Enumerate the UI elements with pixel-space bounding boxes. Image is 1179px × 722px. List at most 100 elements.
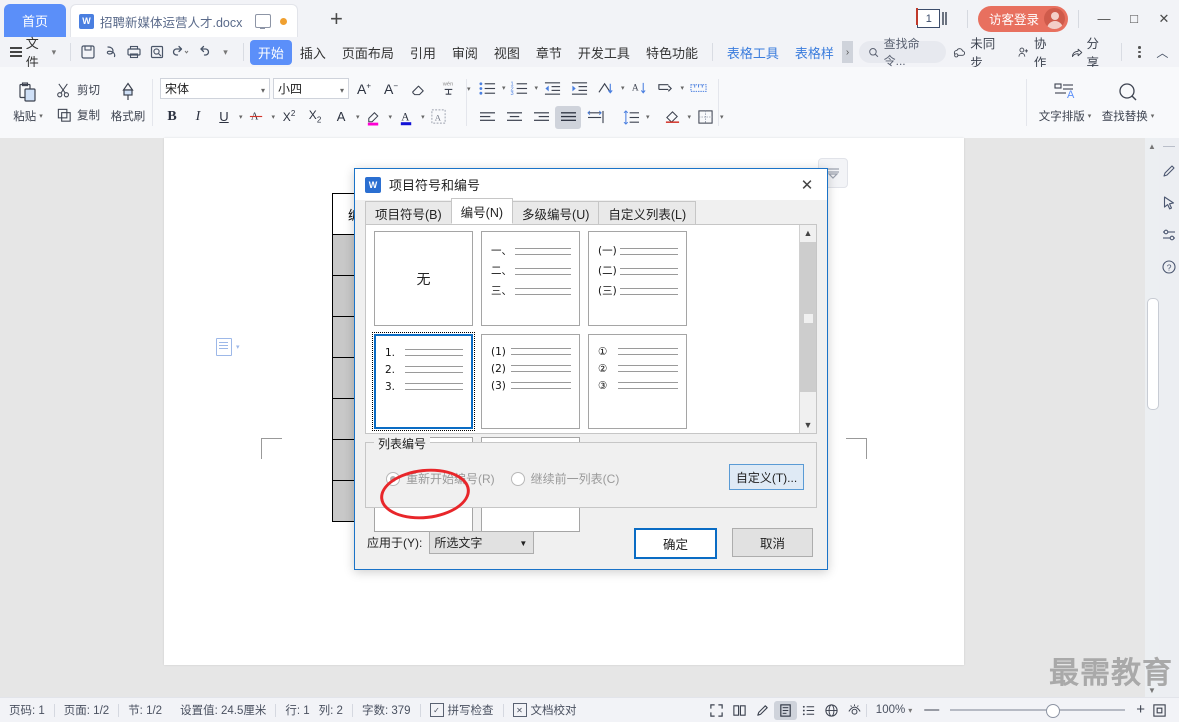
numbering-option-none[interactable]: 无 — [374, 231, 473, 326]
numbering-option-cn-dun[interactable]: 一、 二、 三、 — [481, 231, 580, 326]
apply-to-select[interactable]: 所选文字 ▼ — [429, 531, 535, 554]
chevron-down-icon[interactable]: ▾ — [272, 113, 276, 121]
status-page-of[interactable]: 页面: 1/2 — [55, 702, 118, 718]
chevron-down-icon[interactable]: ▾ — [356, 113, 360, 121]
paste-button[interactable]: 粘贴 ▾ — [6, 72, 50, 134]
search-command-input[interactable]: 查找命令... — [859, 37, 947, 68]
cut-button[interactable]: 剪切 — [52, 79, 104, 102]
redo-icon[interactable] — [191, 39, 214, 65]
font-size-combobox[interactable]: 小四 ▾ — [273, 78, 349, 99]
numbered-list-button[interactable]: 123 — [507, 77, 533, 100]
status-spellcheck-button[interactable]: ✓ 拼写检查 — [421, 702, 503, 718]
align-center-button[interactable] — [501, 106, 527, 129]
align-left-button[interactable] — [474, 106, 500, 129]
ribbon-tab-start[interactable]: 开始 — [249, 39, 292, 65]
subscript-button[interactable]: X2 — [303, 105, 327, 128]
numbering-option-cn-paren[interactable]: (一) (二) (三) — [588, 231, 687, 326]
chevron-down-icon[interactable]: ▾ — [421, 113, 425, 121]
window-count-badge[interactable]: 1 — [916, 8, 941, 28]
decrease-font-size-button[interactable]: A− — [379, 77, 403, 100]
output-pdf-icon[interactable] — [100, 39, 123, 65]
cancel-button[interactable]: 取消 — [732, 528, 813, 557]
tab-document[interactable]: W 招聘新媒体运营人才.docx — [70, 4, 298, 37]
ribbon-tab-review[interactable]: 审阅 — [444, 40, 486, 65]
collapse-ribbon-icon[interactable]: ︿ — [1151, 39, 1174, 65]
eye-protection-icon[interactable] — [843, 701, 866, 720]
justify-button[interactable] — [555, 105, 581, 129]
share-button[interactable]: 分享 — [1063, 33, 1116, 71]
clear-formatting-button[interactable] — [406, 77, 430, 100]
dialog-close-button[interactable]: ✕ — [793, 172, 821, 198]
format-painter-button[interactable]: 格式刷 — [104, 72, 152, 134]
customize-button[interactable]: 自定义(T)... — [729, 464, 804, 490]
tab-multilevel[interactable]: 多级编号(U) — [512, 201, 600, 224]
gallery-scroll-down-icon[interactable]: ▼ — [800, 417, 816, 433]
gallery-scrollbar-thumb[interactable] — [800, 242, 816, 392]
italic-button[interactable]: I — [186, 105, 210, 128]
print-preview-icon[interactable] — [146, 39, 169, 65]
chevron-down-icon[interactable]: ▾ — [535, 84, 539, 92]
chevron-down-icon[interactable]: ▾ — [681, 84, 685, 92]
sort-az-button[interactable]: A — [626, 77, 652, 100]
ruler-button[interactable] — [685, 77, 711, 100]
ribbon-tab-features[interactable]: 特色功能 — [638, 40, 706, 65]
file-menu-button[interactable]: 文件 ▾ — [0, 33, 64, 71]
status-proofread-button[interactable]: ✕ 文档校对 — [504, 702, 586, 718]
new-tab-button[interactable]: + — [330, 8, 343, 30]
zoom-slider[interactable] — [950, 703, 1126, 718]
radio-continue-previous[interactable]: 继续前一列表(C) — [510, 470, 619, 487]
pinyin-guide-button[interactable]: wén — [433, 77, 463, 100]
borders-button[interactable] — [692, 106, 718, 129]
edit-pen-icon[interactable] — [751, 701, 774, 720]
change-case-button[interactable]: A — [329, 105, 353, 128]
chevron-down-icon[interactable]: ▾ — [720, 113, 724, 121]
chevron-down-icon[interactable]: ▾ — [239, 113, 243, 121]
print-icon[interactable] — [123, 39, 146, 65]
shading-button[interactable] — [660, 106, 686, 129]
minimize-button[interactable]: — — [1089, 0, 1119, 37]
bold-button[interactable]: B — [160, 105, 184, 128]
reading-layout-icon[interactable] — [728, 701, 751, 720]
fullscreen-icon[interactable] — [705, 701, 728, 720]
status-section[interactable]: 节: 1/2 — [119, 702, 171, 718]
font-color-button[interactable]: A — [394, 105, 418, 128]
scrollbar-thumb[interactable] — [1147, 298, 1159, 410]
collaborate-button[interactable]: 协作 — [1010, 33, 1063, 71]
ribbon-tab-table-tools[interactable]: 表格工具 — [719, 40, 787, 65]
ok-button[interactable]: 确定 — [634, 528, 717, 559]
numbering-option-paren-arabic[interactable]: (1) (2) (3) — [481, 334, 580, 429]
font-name-combobox[interactable]: 宋体 ▾ — [160, 78, 270, 99]
pen-tool-icon[interactable] — [1161, 163, 1177, 179]
status-word-count[interactable]: 字数: 379 — [353, 702, 420, 718]
increase-font-size-button[interactable]: A+ — [352, 77, 376, 100]
zoom-in-button[interactable]: + — [1133, 702, 1148, 717]
fit-page-icon[interactable] — [1148, 701, 1171, 720]
sync-status-button[interactable]: 未同步 — [946, 33, 1010, 71]
sort-button[interactable] — [593, 77, 619, 100]
increase-indent-button[interactable] — [566, 77, 592, 100]
paragraph-settings-marker[interactable]: ▾ — [216, 338, 240, 356]
ribbon-tab-page-layout[interactable]: 页面布局 — [334, 40, 402, 65]
ribbon-tab-table-style[interactable]: 表格样 — [787, 40, 842, 65]
strikethrough-button[interactable]: A — [245, 105, 269, 128]
quick-access-more-icon[interactable]: ▾ — [214, 39, 237, 65]
chevron-down-icon[interactable]: ▾ — [467, 85, 471, 93]
ribbon-tab-view[interactable]: 视图 — [486, 40, 528, 65]
ribbon-tab-references[interactable]: 引用 — [402, 40, 444, 65]
chevron-down-icon[interactable]: ▾ — [389, 113, 393, 121]
outline-view-icon[interactable] — [797, 701, 820, 720]
chevron-down-icon[interactable]: ▾ — [621, 84, 625, 92]
find-replace-button[interactable]: 查找替换 ▾ — [1096, 72, 1160, 134]
copy-button[interactable]: 复制 — [52, 104, 104, 127]
chevron-down-icon[interactable]: ▾ — [688, 113, 692, 121]
zoom-level-button[interactable]: 100% ▾ — [867, 704, 921, 716]
numbering-option-arabic-dot[interactable]: 1. 2. 3. — [372, 332, 475, 431]
chevron-down-icon[interactable]: ▾ — [646, 113, 650, 121]
tab-numbering[interactable]: 编号(N) — [450, 198, 514, 224]
zoom-out-button[interactable]: — — [921, 702, 942, 717]
numbering-option-circled[interactable]: ① ② ③ — [588, 334, 687, 429]
more-options-icon[interactable] — [1128, 39, 1151, 65]
radio-restart-numbering[interactable]: 重新开始编号(R) — [386, 470, 495, 487]
superscript-button[interactable]: X2 — [277, 105, 301, 128]
line-spacing-button[interactable] — [618, 106, 644, 129]
